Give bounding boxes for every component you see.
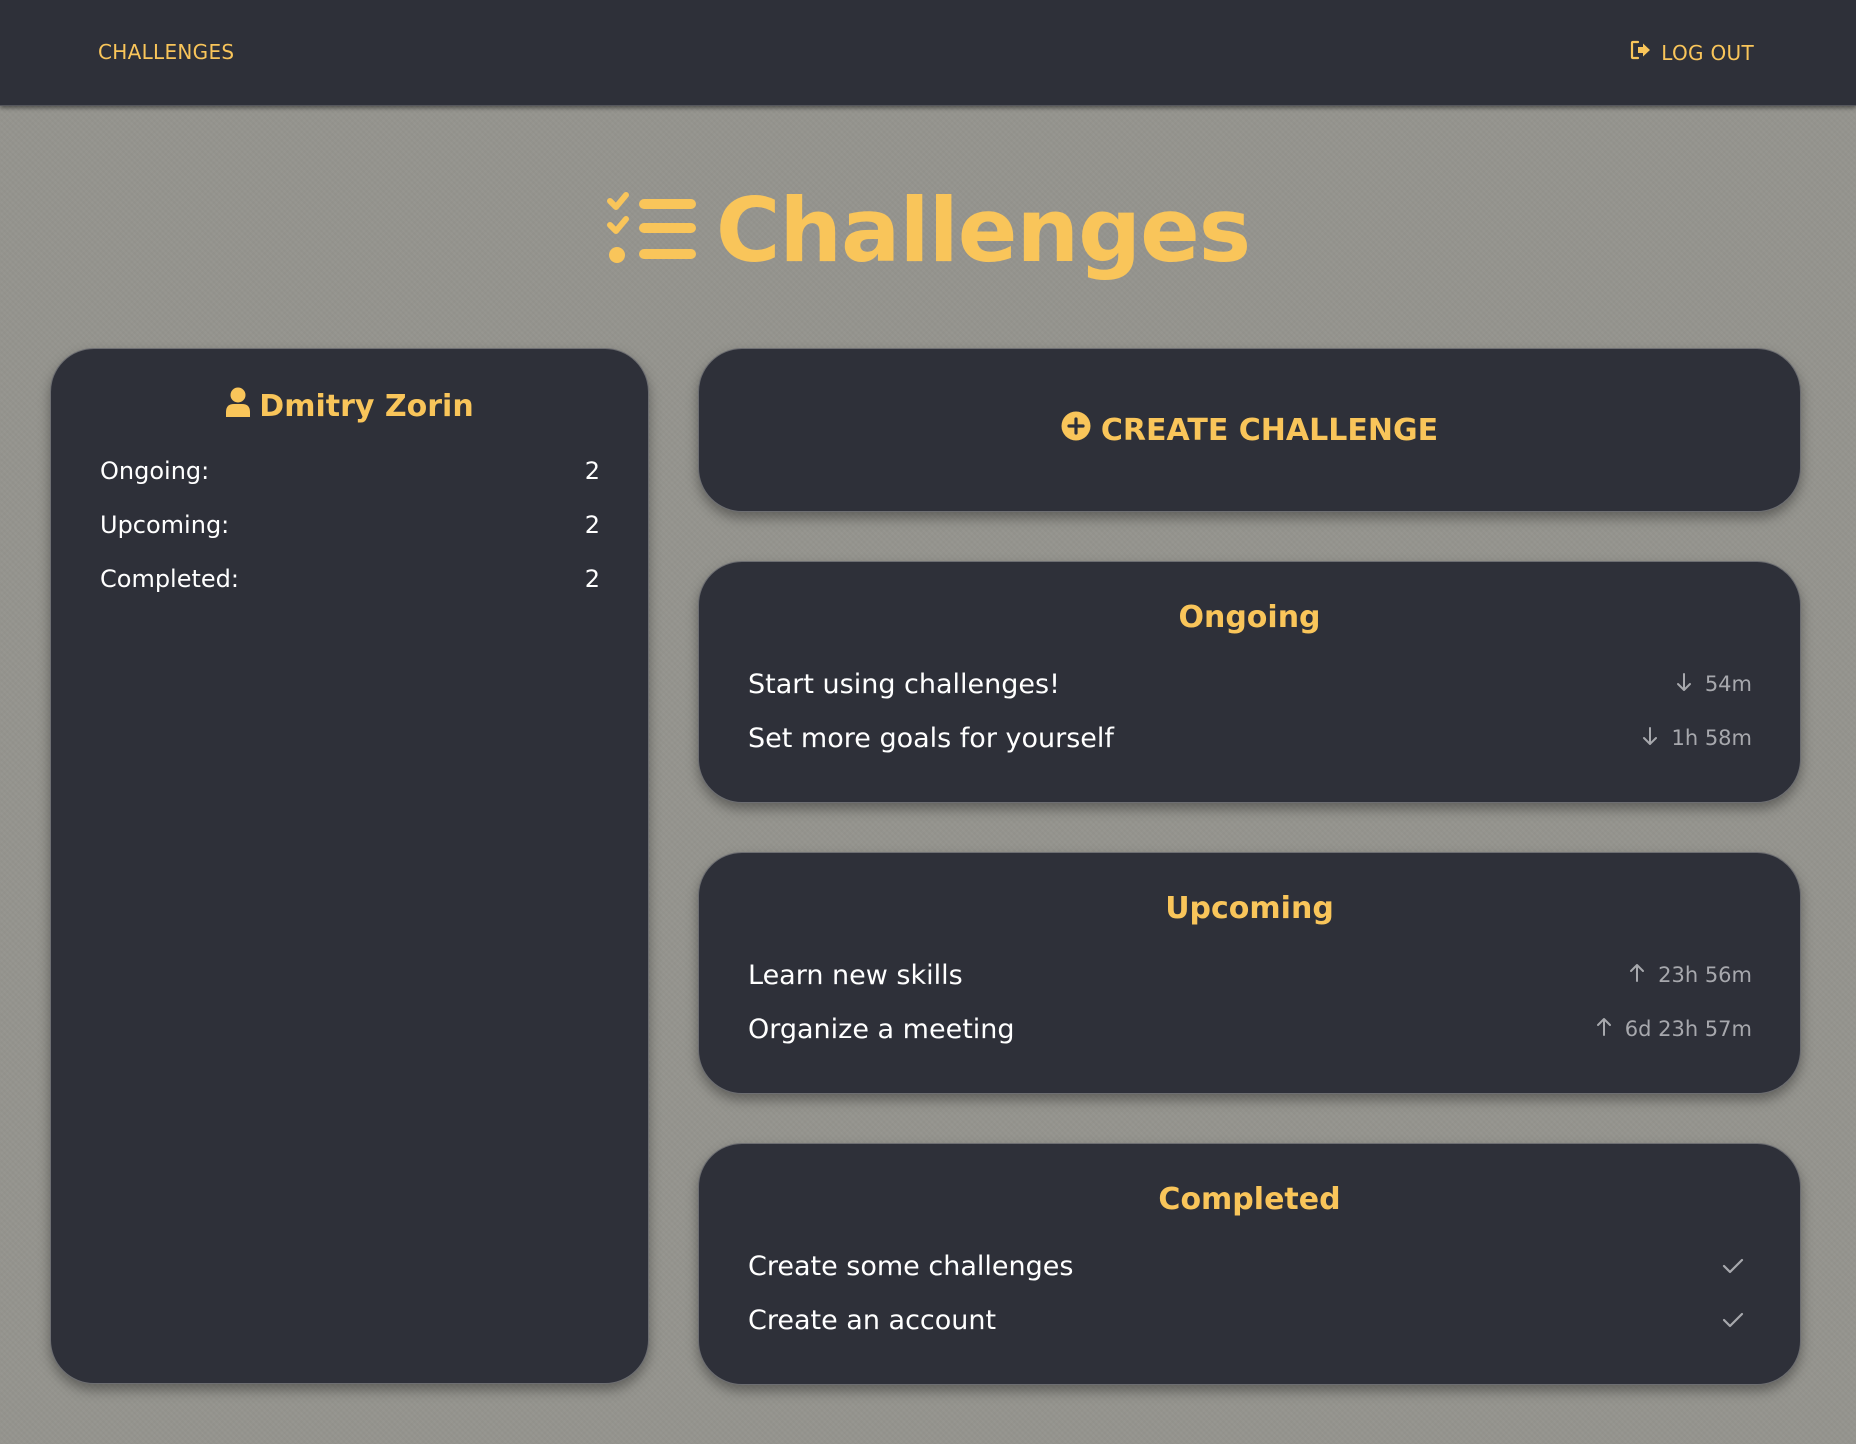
stat-row-completed: Completed: 2: [100, 565, 600, 593]
challenge-title: Start using challenges!: [748, 668, 1060, 700]
challenge-title: Create some challenges: [748, 1250, 1074, 1282]
challenge-title: Organize a meeting: [748, 1013, 1015, 1045]
list-item[interactable]: Learn new skills 23h 56m: [748, 957, 1752, 993]
section-title: Upcoming: [1165, 891, 1334, 926]
user-icon: [225, 387, 251, 425]
stat-label: Ongoing:: [100, 457, 210, 485]
logout-icon: [1630, 40, 1652, 65]
arrow-up-icon: [1595, 1017, 1613, 1042]
list-item[interactable]: Start using challenges! 54m: [748, 666, 1752, 702]
challenge-title: Learn new skills: [748, 959, 963, 991]
challenge-time: 23h 56m: [1628, 963, 1752, 988]
stat-value: 2: [584, 565, 600, 593]
nav-brand-challenges-link[interactable]: CHALLENGES: [98, 40, 234, 64]
stat-label: Upcoming:: [100, 511, 230, 539]
checklist-icon: [606, 191, 698, 271]
stat-row-upcoming: Upcoming: 2: [100, 511, 600, 539]
completed-section: Completed Create some challenges Create …: [698, 1143, 1801, 1385]
top-navbar: CHALLENGES LOG OUT: [0, 0, 1856, 106]
time-remaining: 1h 58m: [1671, 726, 1752, 750]
create-challenge-label: CREATE CHALLENGE: [1100, 412, 1439, 448]
profile-username: Dmitry Zorin: [259, 388, 474, 424]
stat-value: 2: [584, 457, 600, 485]
section-title: Completed: [1158, 1182, 1341, 1217]
logout-button[interactable]: LOG OUT: [1630, 40, 1754, 65]
stat-value: 2: [584, 511, 600, 539]
arrow-down-icon: [1675, 672, 1693, 697]
arrow-up-icon: [1628, 963, 1646, 988]
create-challenge-button[interactable]: CREATE CHALLENGE: [698, 348, 1801, 512]
list-item[interactable]: Create some challenges: [748, 1248, 1752, 1284]
profile-header: Dmitry Zorin: [51, 387, 648, 425]
create-challenge-content: CREATE CHALLENGE: [699, 411, 1800, 449]
challenge-title: Set more goals for yourself: [748, 722, 1114, 754]
challenge-title: Create an account: [748, 1304, 997, 1336]
section-title: Ongoing: [1178, 600, 1321, 635]
stat-row-ongoing: Ongoing: 2: [100, 457, 600, 485]
arrow-down-icon: [1641, 726, 1659, 751]
checkmark-icon: [1722, 1311, 1752, 1329]
checkmark-icon: [1722, 1257, 1752, 1275]
ongoing-section: Ongoing Start using challenges! 54m Set …: [698, 561, 1801, 803]
upcoming-section: Upcoming Learn new skills 23h 56m Organi…: [698, 852, 1801, 1094]
challenge-time: 1h 58m: [1641, 726, 1752, 751]
challenge-time: 54m: [1675, 672, 1752, 697]
stat-label: Completed:: [100, 565, 239, 593]
logout-label: LOG OUT: [1661, 40, 1754, 65]
challenge-time: 6d 23h 57m: [1595, 1017, 1752, 1042]
time-remaining: 54m: [1704, 672, 1752, 696]
list-item[interactable]: Organize a meeting 6d 23h 57m: [748, 1011, 1752, 1047]
page-header: Challenges: [0, 176, 1856, 286]
profile-card: Dmitry Zorin Ongoing: 2 Upcoming: 2 Comp…: [50, 348, 649, 1384]
time-until-start: 23h 56m: [1658, 963, 1752, 987]
time-until-start: 6d 23h 57m: [1624, 1017, 1752, 1041]
list-item[interactable]: Set more goals for yourself 1h 58m: [748, 720, 1752, 756]
plus-circle-icon: [1061, 411, 1091, 449]
list-item[interactable]: Create an account: [748, 1302, 1752, 1338]
page-title: Challenges: [715, 179, 1251, 282]
